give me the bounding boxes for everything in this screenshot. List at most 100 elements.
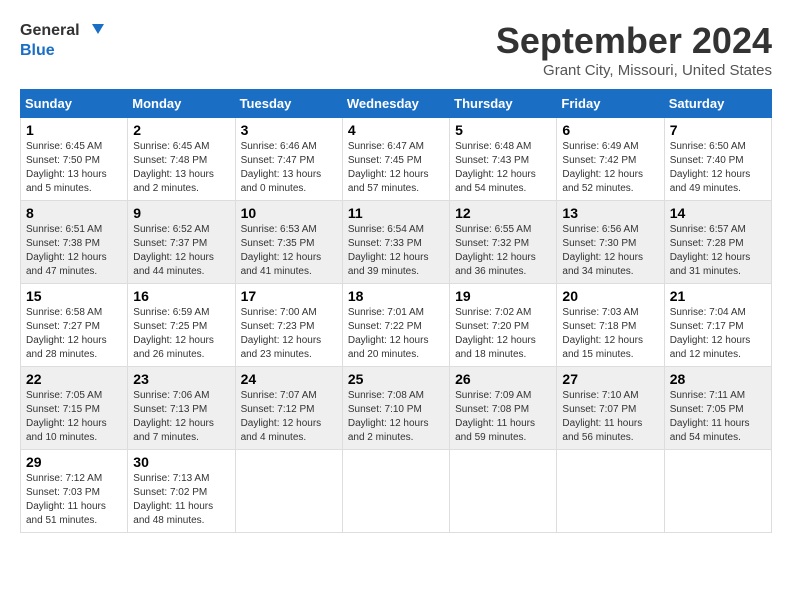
logo-general: General xyxy=(20,22,80,40)
day-info: Sunrise: 6:54 AM Sunset: 7:33 PM Dayligh… xyxy=(348,223,444,279)
day-number: 29 xyxy=(26,454,122,470)
day-cell: 13Sunrise: 6:56 AM Sunset: 7:30 PM Dayli… xyxy=(557,201,664,284)
day-number: 1 xyxy=(26,122,122,138)
header-friday: Friday xyxy=(557,90,664,118)
day-number: 12 xyxy=(455,205,551,221)
day-number: 26 xyxy=(455,371,551,387)
day-number: 9 xyxy=(133,205,229,221)
day-cell: 30 Sunrise: 7:13 AM Sunset: 7:02 PM Dayli… xyxy=(128,450,235,533)
day-info: Sunrise: 7:03 AM Sunset: 7:18 PM Dayligh… xyxy=(562,306,658,362)
day-info: Sunrise: 6:46 AM Sunset: 7:47 PM Dayligh… xyxy=(241,140,337,196)
day-cell: 26 Sunrise: 7:09 AM Sunset: 7:08 PM Dayli… xyxy=(450,367,557,450)
day-number: 11 xyxy=(348,205,444,221)
day-number: 16 xyxy=(133,288,229,304)
logo-bird-icon xyxy=(82,20,104,42)
day-number: 14 xyxy=(670,205,766,221)
day-info: Sunrise: 6:57 AM Sunset: 7:28 PM Dayligh… xyxy=(670,223,766,279)
day-info: Sunrise: 7:07 AM Sunset: 7:12 PM Dayligh… xyxy=(241,389,337,445)
week-row-1: 1 Sunrise: 6:45 AM Sunset: 7:50 PM Daylig… xyxy=(21,118,772,201)
day-number: 15 xyxy=(26,288,122,304)
day-info: Sunrise: 6:58 AM Sunset: 7:27 PM Dayligh… xyxy=(26,306,122,362)
day-number: 24 xyxy=(241,371,337,387)
day-number: 10 xyxy=(241,205,337,221)
day-info: Sunrise: 7:04 AM Sunset: 7:17 PM Dayligh… xyxy=(670,306,766,362)
header-wednesday: Wednesday xyxy=(342,90,449,118)
day-info: Sunrise: 7:00 AM Sunset: 7:23 PM Dayligh… xyxy=(241,306,337,362)
day-number: 19 xyxy=(455,288,551,304)
day-number: 5 xyxy=(455,122,551,138)
week-row-3: 15 Sunrise: 6:58 AM Sunset: 7:27 PM Dayli… xyxy=(21,284,772,367)
day-number: 3 xyxy=(241,122,337,138)
day-info: Sunrise: 7:13 AM Sunset: 7:02 PM Dayligh… xyxy=(133,472,229,528)
day-cell: 2 Sunrise: 6:45 AM Sunset: 7:48 PM Daylig… xyxy=(128,118,235,201)
day-number: 20 xyxy=(562,288,658,304)
day-info: Sunrise: 6:48 AM Sunset: 7:43 PM Dayligh… xyxy=(455,140,551,196)
day-cell: 3 Sunrise: 6:46 AM Sunset: 7:47 PM Daylig… xyxy=(235,118,342,201)
logo-blue: Blue xyxy=(20,42,55,60)
day-cell: 5 Sunrise: 6:48 AM Sunset: 7:43 PM Daylig… xyxy=(450,118,557,201)
day-cell xyxy=(342,450,449,533)
day-cell xyxy=(557,450,664,533)
day-info: Sunrise: 7:01 AM Sunset: 7:22 PM Dayligh… xyxy=(348,306,444,362)
day-number: 30 xyxy=(133,454,229,470)
day-cell: 8 Sunrise: 6:51 AM Sunset: 7:38 PM Daylig… xyxy=(21,201,128,284)
day-cell: 4Sunrise: 6:47 AM Sunset: 7:45 PM Daylig… xyxy=(342,118,449,201)
day-info: Sunrise: 6:45 AM Sunset: 7:48 PM Dayligh… xyxy=(133,140,229,196)
header-tuesday: Tuesday xyxy=(235,90,342,118)
day-cell: 23 Sunrise: 7:06 AM Sunset: 7:13 PM Dayli… xyxy=(128,367,235,450)
day-cell: 17 Sunrise: 7:00 AM Sunset: 7:23 PM Dayli… xyxy=(235,284,342,367)
day-cell xyxy=(664,450,771,533)
page-title: September 2024 xyxy=(496,20,772,62)
day-number: 23 xyxy=(133,371,229,387)
day-cell: 14 Sunrise: 6:57 AM Sunset: 7:28 PM Dayli… xyxy=(664,201,771,284)
week-row-4: 22 Sunrise: 7:05 AM Sunset: 7:15 PM Dayli… xyxy=(21,367,772,450)
header-saturday: Saturday xyxy=(664,90,771,118)
day-info: Sunrise: 6:45 AM Sunset: 7:50 PM Dayligh… xyxy=(26,140,122,196)
day-info: Sunrise: 6:59 AM Sunset: 7:25 PM Dayligh… xyxy=(133,306,229,362)
calendar-table: SundayMondayTuesdayWednesdayThursdayFrid… xyxy=(20,89,772,533)
day-number: 6 xyxy=(562,122,658,138)
day-number: 27 xyxy=(562,371,658,387)
day-cell xyxy=(235,450,342,533)
day-cell: 1 Sunrise: 6:45 AM Sunset: 7:50 PM Daylig… xyxy=(21,118,128,201)
day-number: 4 xyxy=(348,122,444,138)
day-number: 21 xyxy=(670,288,766,304)
logo: General Blue xyxy=(20,20,104,60)
day-info: Sunrise: 6:52 AM Sunset: 7:37 PM Dayligh… xyxy=(133,223,229,279)
day-cell: 6 Sunrise: 6:49 AM Sunset: 7:42 PM Daylig… xyxy=(557,118,664,201)
day-cell xyxy=(450,450,557,533)
day-info: Sunrise: 7:11 AM Sunset: 7:05 PM Dayligh… xyxy=(670,389,766,445)
page-subtitle: Grant City, Missouri, United States xyxy=(496,62,772,79)
header-thursday: Thursday xyxy=(450,90,557,118)
day-number: 17 xyxy=(241,288,337,304)
day-info: Sunrise: 7:09 AM Sunset: 7:08 PM Dayligh… xyxy=(455,389,551,445)
day-info: Sunrise: 7:02 AM Sunset: 7:20 PM Dayligh… xyxy=(455,306,551,362)
day-cell: 29Sunrise: 7:12 AM Sunset: 7:03 PM Dayli… xyxy=(21,450,128,533)
day-info: Sunrise: 6:53 AM Sunset: 7:35 PM Dayligh… xyxy=(241,223,337,279)
day-info: Sunrise: 7:06 AM Sunset: 7:13 PM Dayligh… xyxy=(133,389,229,445)
header-monday: Monday xyxy=(128,90,235,118)
day-info: Sunrise: 6:51 AM Sunset: 7:38 PM Dayligh… xyxy=(26,223,122,279)
header-row: SundayMondayTuesdayWednesdayThursdayFrid… xyxy=(21,90,772,118)
day-info: Sunrise: 6:49 AM Sunset: 7:42 PM Dayligh… xyxy=(562,140,658,196)
day-info: Sunrise: 6:55 AM Sunset: 7:32 PM Dayligh… xyxy=(455,223,551,279)
day-number: 8 xyxy=(26,205,122,221)
day-number: 7 xyxy=(670,122,766,138)
day-cell: 25Sunrise: 7:08 AM Sunset: 7:10 PM Dayli… xyxy=(342,367,449,450)
day-number: 2 xyxy=(133,122,229,138)
day-info: Sunrise: 6:50 AM Sunset: 7:40 PM Dayligh… xyxy=(670,140,766,196)
day-cell: 20 Sunrise: 7:03 AM Sunset: 7:18 PM Dayli… xyxy=(557,284,664,367)
day-info: Sunrise: 7:08 AM Sunset: 7:10 PM Dayligh… xyxy=(348,389,444,445)
day-cell: 11 Sunrise: 6:54 AM Sunset: 7:33 PM Dayli… xyxy=(342,201,449,284)
day-info: Sunrise: 7:05 AM Sunset: 7:15 PM Dayligh… xyxy=(26,389,122,445)
day-cell: 7 Sunrise: 6:50 AM Sunset: 7:40 PM Daylig… xyxy=(664,118,771,201)
week-row-2: 8 Sunrise: 6:51 AM Sunset: 7:38 PM Daylig… xyxy=(21,201,772,284)
day-cell: 18Sunrise: 7:01 AM Sunset: 7:22 PM Dayli… xyxy=(342,284,449,367)
page-header: General Blue September 2024 Grant City, … xyxy=(20,20,772,79)
day-info: Sunrise: 7:10 AM Sunset: 7:07 PM Dayligh… xyxy=(562,389,658,445)
day-cell: 27 Sunrise: 7:10 AM Sunset: 7:07 PM Dayli… xyxy=(557,367,664,450)
day-number: 22 xyxy=(26,371,122,387)
day-number: 13 xyxy=(562,205,658,221)
day-cell: 24 Sunrise: 7:07 AM Sunset: 7:12 PM Dayli… xyxy=(235,367,342,450)
day-cell: 21 Sunrise: 7:04 AM Sunset: 7:17 PM Dayli… xyxy=(664,284,771,367)
